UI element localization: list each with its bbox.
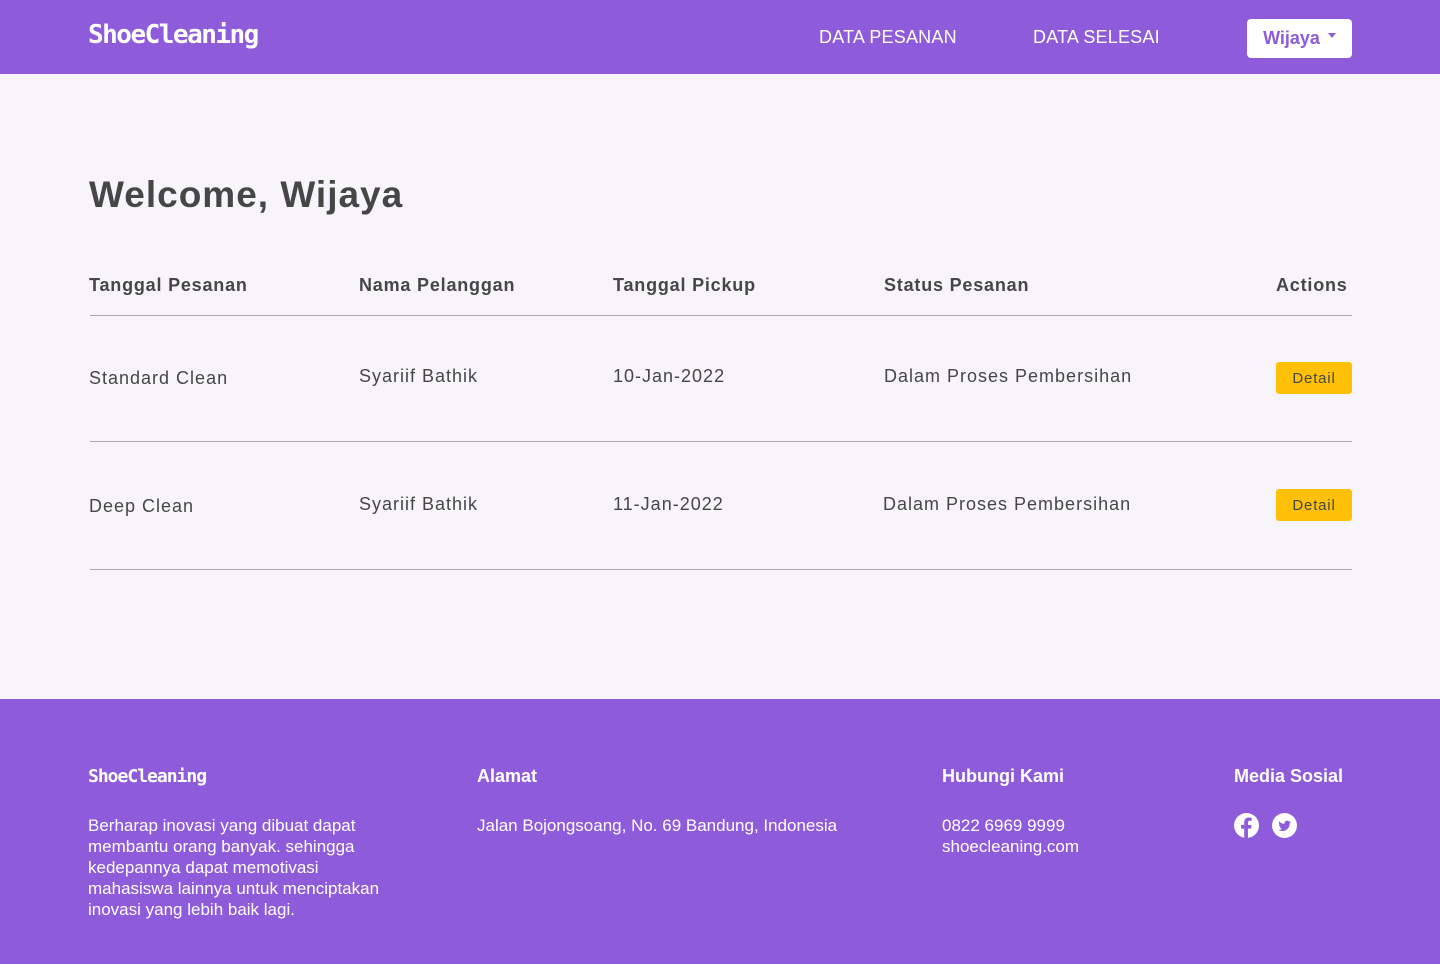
cell-nama-pelanggan: Syariif Bathik xyxy=(359,366,479,386)
footer-phone: 0822 6969 9999 xyxy=(942,816,1065,835)
column-header-actions: Actions xyxy=(1276,275,1348,295)
column-header-tanggal-pickup: Tanggal Pickup xyxy=(613,275,756,295)
column-header-tanggal-pesanan: Tanggal Pesanan xyxy=(89,275,248,295)
page-title: Welcome, Wijaya xyxy=(89,174,404,215)
footer-contact: 0822 6969 9999 shoecleaning.com xyxy=(942,815,1079,857)
footer: ShoeCleaning Berharap inovasi yang dibua… xyxy=(0,699,1440,964)
cell-nama-pelanggan: Syariif Bathik xyxy=(359,494,479,514)
detail-button[interactable]: Detail xyxy=(1276,362,1352,394)
footer-heading-hubungi: Hubungi Kami xyxy=(942,766,1064,786)
navbar: ShoeCleaning DATA PESANAN DATA SELESAI W… xyxy=(0,0,1440,74)
footer-address: Jalan Bojongsoang, No. 69 Bandung, Indon… xyxy=(477,816,838,835)
facebook-icon[interactable] xyxy=(1234,813,1259,838)
brand-logo[interactable]: ShoeCleaning xyxy=(88,20,259,50)
detail-button[interactable]: Detail xyxy=(1276,489,1352,521)
nav-link-data-selesai[interactable]: DATA SELESAI xyxy=(1033,27,1160,48)
cell-tanggal-pickup: 11-Jan-2022 xyxy=(613,494,724,514)
column-header-status-pesanan: Status Pesanan xyxy=(884,275,1030,295)
cell-tanggal-pickup: 10-Jan-2022 xyxy=(613,366,726,386)
footer-heading-alamat: Alamat xyxy=(477,766,538,786)
table-divider xyxy=(90,315,1352,316)
nav-link-data-pesanan[interactable]: DATA PESANAN xyxy=(819,27,957,48)
footer-heading-media-sosial: Media Sosial xyxy=(1234,766,1344,786)
cell-status-pesanan: Dalam Proses Pembersihan xyxy=(883,494,1132,514)
cell-status-pesanan: Dalam Proses Pembersihan xyxy=(884,366,1133,386)
caret-down-icon xyxy=(1327,33,1336,38)
column-header-nama-pelanggan: Nama Pelanggan xyxy=(359,275,516,295)
cell-tanggal-pesanan: Standard Clean xyxy=(89,368,229,388)
social-links xyxy=(1234,813,1297,838)
footer-about-text: Berharap inovasi yang dibuat dapat memba… xyxy=(88,816,380,919)
footer-brand-logo: ShoeCleaning xyxy=(88,766,207,787)
twitter-icon[interactable] xyxy=(1272,813,1297,838)
user-dropdown-button[interactable]: Wijaya xyxy=(1247,19,1352,58)
footer-website[interactable]: shoecleaning.com xyxy=(942,836,1079,857)
table-divider xyxy=(90,441,1352,442)
user-name: Wijaya xyxy=(1263,28,1320,48)
table-divider xyxy=(90,569,1352,570)
cell-tanggal-pesanan: Deep Clean xyxy=(89,496,195,516)
